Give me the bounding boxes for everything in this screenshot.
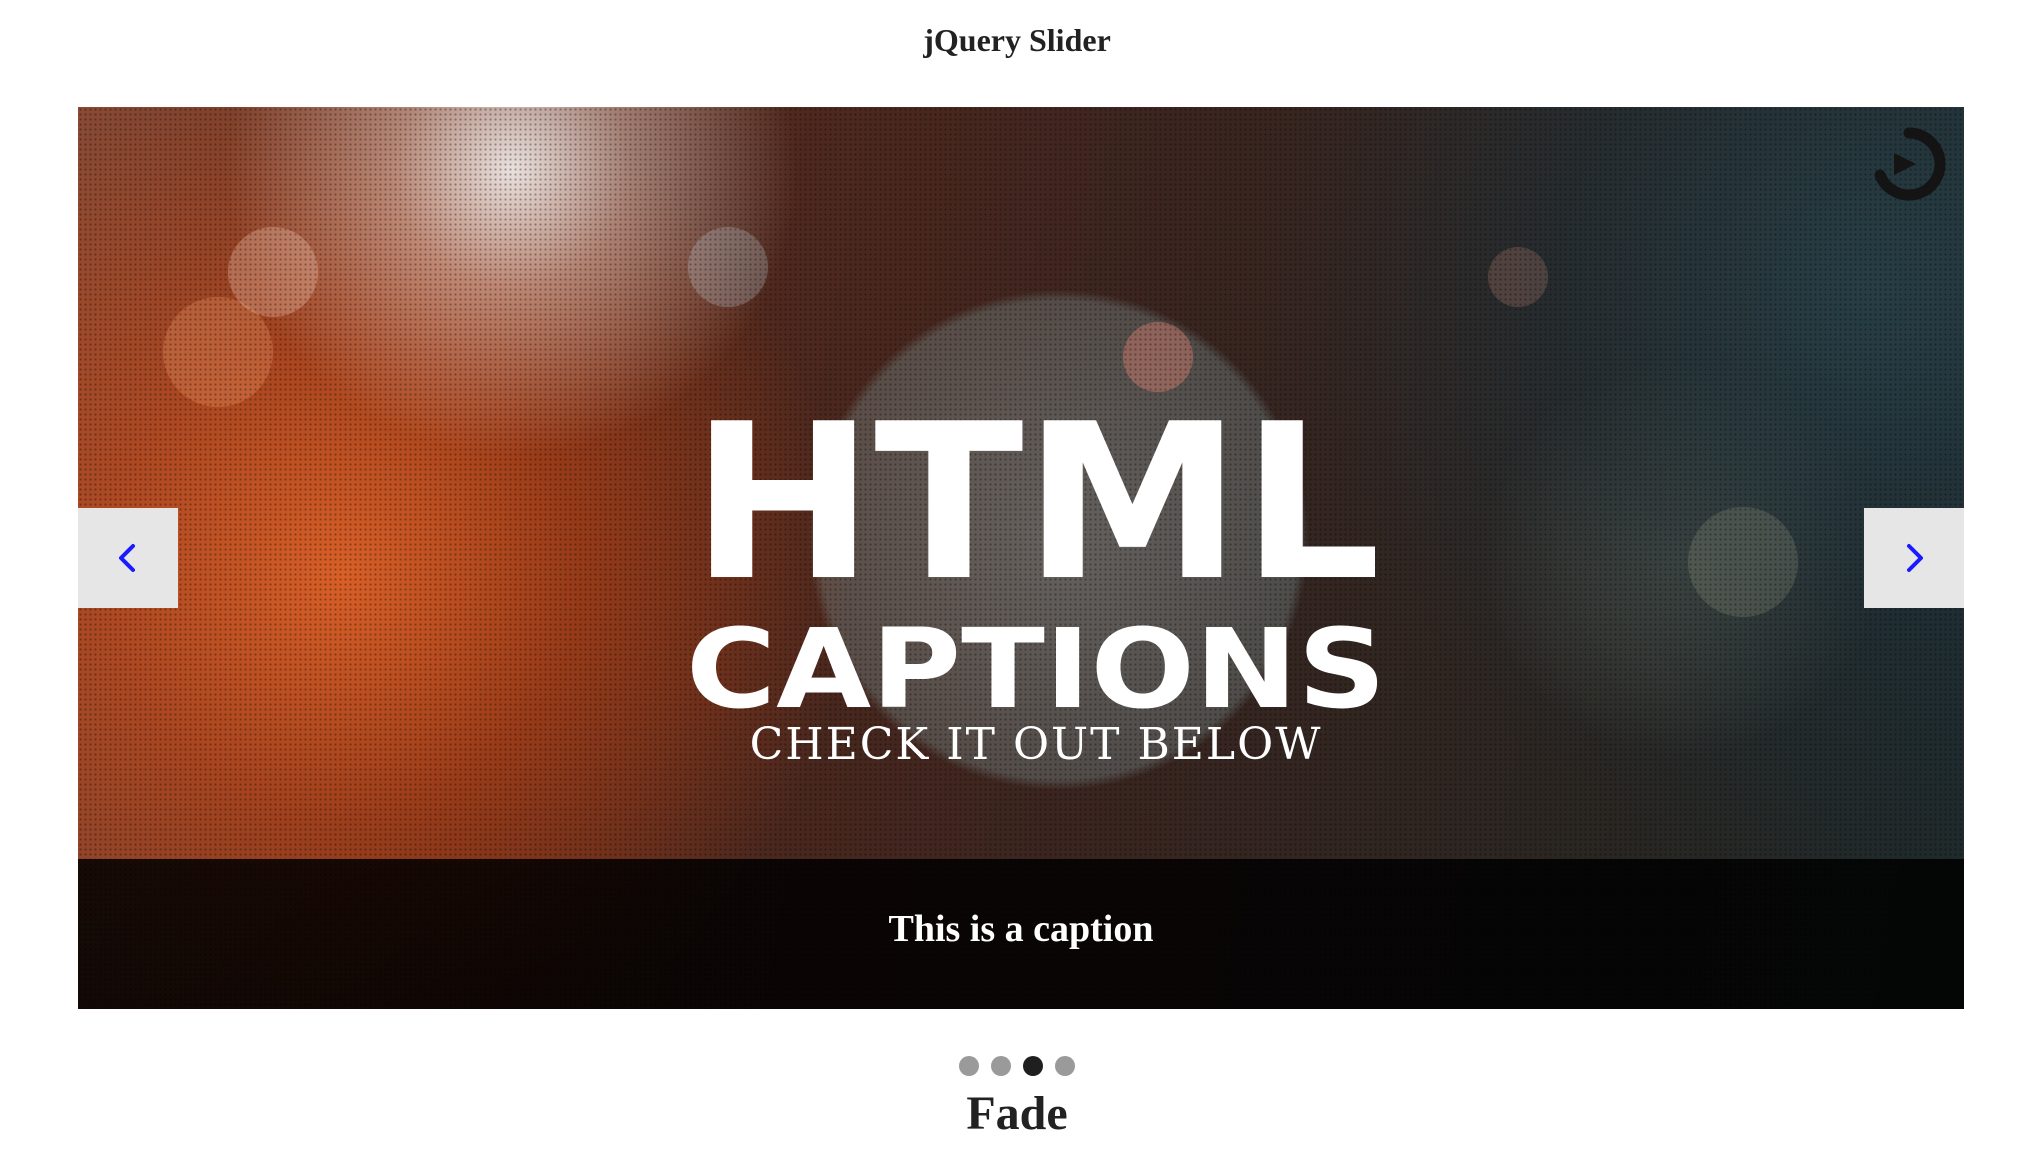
slide-heading-line1: HTML — [691, 397, 1381, 628]
pager-dot-3[interactable] — [1023, 1056, 1043, 1076]
slide-heading-line2: CAPTIONS — [686, 605, 1386, 733]
brand-logo-icon — [1874, 127, 1946, 201]
chevron-right-icon — [1907, 544, 1923, 572]
next-slide-button[interactable] — [1864, 508, 1964, 608]
pager-dot-1[interactable] — [959, 1056, 979, 1076]
section-heading: Fade — [966, 1087, 1068, 1140]
pager-dot-2[interactable] — [991, 1056, 1011, 1076]
slide-heading-art: HTML CAPTIONS — [686, 397, 1386, 733]
slide-caption: This is a caption — [888, 908, 1154, 950]
image-slider: HTML CAPTIONS CHECK IT OUT BELOW This is… — [78, 107, 1964, 1009]
caption-bar: This is a caption — [78, 859, 1964, 1009]
page-title: jQuery Slider — [923, 22, 1111, 58]
chevron-left-icon — [119, 544, 135, 572]
slide-subtitle: CHECK IT OUT BELOW — [749, 719, 1323, 770]
slide-pager — [0, 1056, 2034, 1076]
previous-slide-button[interactable] — [78, 508, 178, 608]
pager-dot-4[interactable] — [1055, 1056, 1075, 1076]
